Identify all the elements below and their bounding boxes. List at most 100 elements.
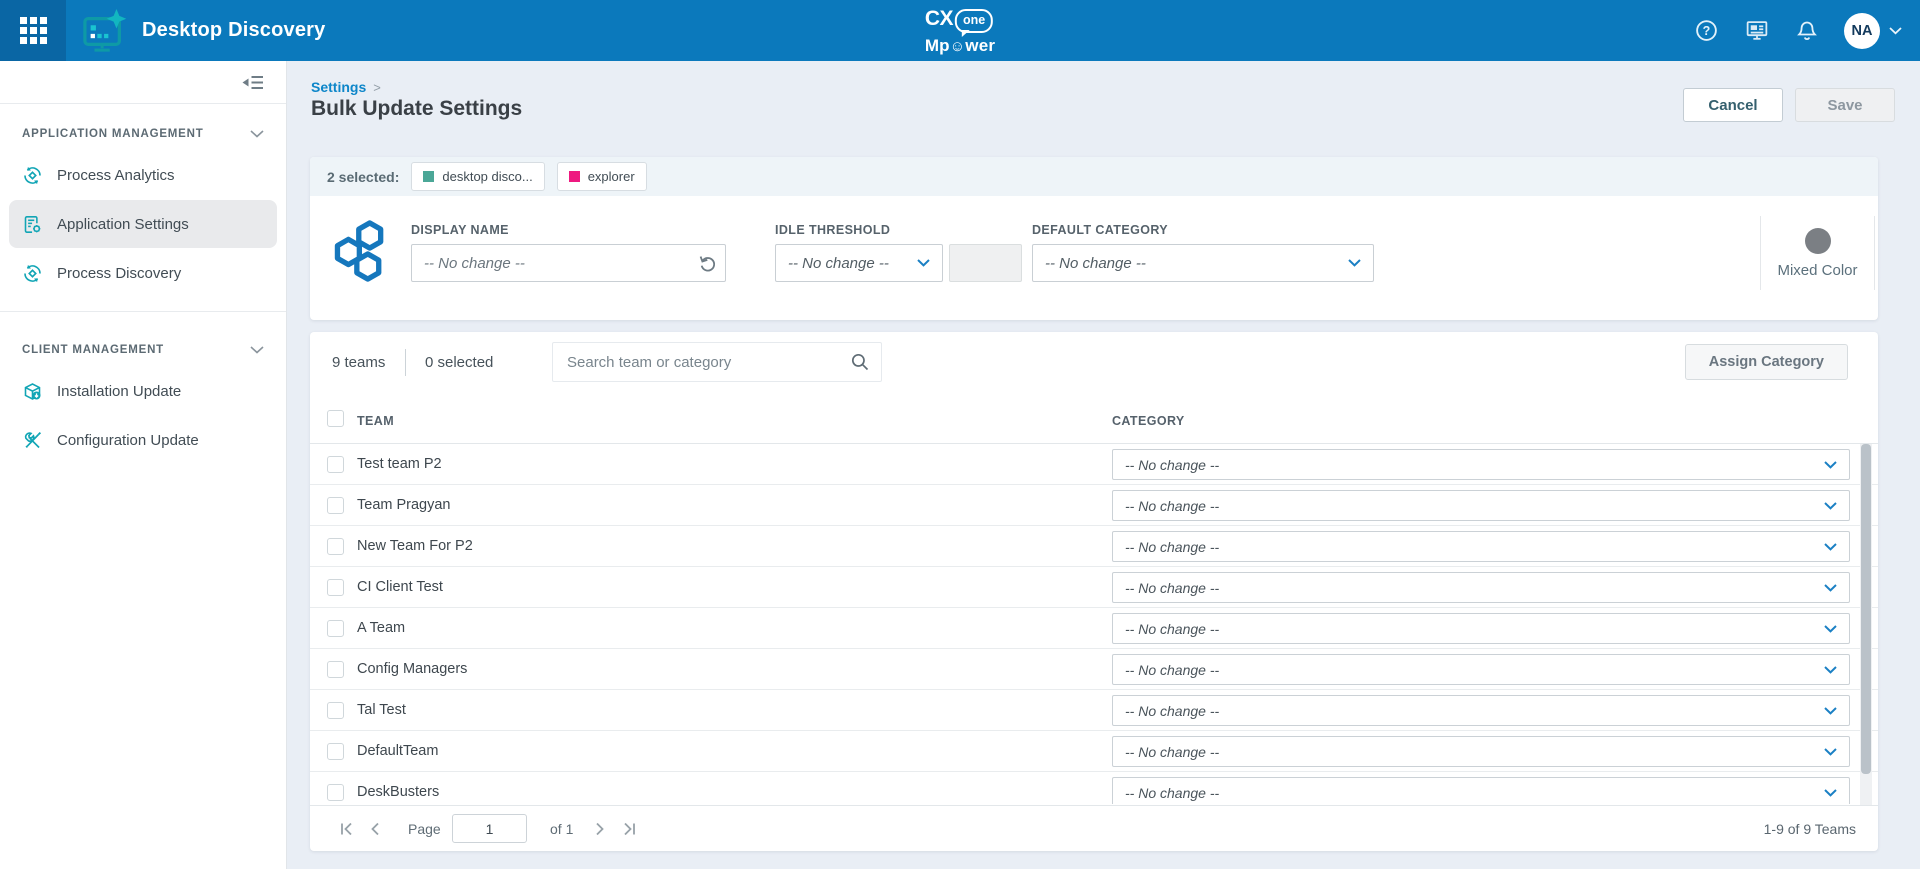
sidebar-collapse-icon[interactable] xyxy=(242,74,264,91)
section-header-application-management[interactable]: APPLICATION MANAGEMENT xyxy=(0,112,286,150)
waffle-icon xyxy=(20,17,47,44)
next-page-icon[interactable] xyxy=(595,822,605,836)
table-header-row: TEAM CATEGORY xyxy=(310,392,1878,444)
mixed-color-dot[interactable] xyxy=(1805,228,1831,254)
section-header-client-management[interactable]: CLIENT MANAGEMENT xyxy=(0,328,286,366)
table-row: Config Managers -- No change -- xyxy=(310,649,1878,690)
last-page-icon[interactable] xyxy=(622,822,636,836)
previous-page-icon[interactable] xyxy=(370,822,380,836)
cxone-mpower-logo: CX one Mp☺wer xyxy=(925,8,995,54)
breadcrumb[interactable]: Settings> xyxy=(311,79,381,95)
chevron-down-icon xyxy=(1824,584,1837,592)
chevron-down-icon xyxy=(1824,748,1837,756)
row-checkbox[interactable] xyxy=(327,579,344,596)
team-name: Team Pragyan xyxy=(357,497,451,513)
idle-threshold-select[interactable]: -- No change -- xyxy=(775,244,943,282)
search-icon[interactable] xyxy=(850,352,870,372)
selected-app-chip[interactable]: desktop disco... xyxy=(411,162,544,191)
top-bar: Desktop Discovery CX one Mp☺wer ? xyxy=(0,0,1920,61)
search-input[interactable] xyxy=(552,342,882,382)
idle-threshold-label: IDLE THRESHOLD xyxy=(775,223,890,237)
select-all-checkbox[interactable] xyxy=(327,410,344,427)
reset-display-name-icon[interactable] xyxy=(698,253,718,273)
chevron-down-icon xyxy=(250,130,264,138)
team-name: Tal Test xyxy=(357,702,406,718)
sidebar-item-process-analytics[interactable]: Process Analytics xyxy=(9,151,277,199)
help-icon[interactable]: ? xyxy=(1694,18,1719,43)
table-row: Team Pragyan -- No change -- xyxy=(310,485,1878,526)
app-launcher-button[interactable] xyxy=(0,0,66,61)
table-row: A Team -- No change -- xyxy=(310,608,1878,649)
default-category-select[interactable]: -- No change -- xyxy=(1032,244,1374,282)
bulk-update-form-card: 2 selected: desktop disco... explorer DI… xyxy=(310,157,1878,320)
display-name-label: DISPLAY NAME xyxy=(411,223,509,237)
category-select[interactable]: -- No change -- xyxy=(1112,613,1850,644)
row-checkbox[interactable] xyxy=(327,497,344,514)
screen-share-icon[interactable] xyxy=(1744,18,1770,43)
svg-text:?: ? xyxy=(1703,24,1711,38)
row-checkbox[interactable] xyxy=(327,784,344,801)
selected-app-chip[interactable]: explorer xyxy=(557,162,647,191)
team-name: Test team P2 xyxy=(357,456,442,472)
chevron-down-icon xyxy=(1824,625,1837,633)
notifications-bell-icon[interactable] xyxy=(1795,18,1819,44)
application-settings-icon xyxy=(22,214,43,235)
category-select[interactable]: -- No change -- xyxy=(1112,695,1850,726)
column-header-category: CATEGORY xyxy=(1112,414,1185,428)
category-select[interactable]: -- No change -- xyxy=(1112,736,1850,767)
table-row: CI Client Test -- No change -- xyxy=(310,567,1878,608)
row-checkbox[interactable] xyxy=(327,538,344,555)
mixed-color-picker[interactable]: Mixed Color xyxy=(1760,216,1875,290)
cancel-button[interactable]: Cancel xyxy=(1683,88,1783,122)
divider xyxy=(405,349,406,376)
table-row: New Team For P2 -- No change -- xyxy=(310,526,1878,567)
category-select[interactable]: -- No change -- xyxy=(1112,449,1850,480)
team-name: DefaultTeam xyxy=(357,743,438,759)
teams-table-card: 9 teams 0 selected Assign Category TEAM … xyxy=(310,332,1878,851)
teams-selected-label: 0 selected xyxy=(425,354,493,371)
breadcrumb-settings-link[interactable]: Settings xyxy=(311,79,366,95)
table-body: Test team P2 -- No change -- Team Pragya… xyxy=(310,444,1878,804)
category-select[interactable]: -- No change -- xyxy=(1112,654,1850,685)
process-discovery-icon xyxy=(22,263,43,284)
avatar[interactable]: NA xyxy=(1844,13,1880,49)
table-scrollbar[interactable] xyxy=(1860,444,1872,805)
save-button[interactable]: Save xyxy=(1795,88,1895,122)
assign-category-button[interactable]: Assign Category xyxy=(1685,344,1848,380)
user-menu-chevron-icon xyxy=(1889,27,1902,35)
row-checkbox[interactable] xyxy=(327,743,344,760)
team-name: New Team For P2 xyxy=(357,538,473,554)
brand-cx: CX xyxy=(925,8,953,29)
section-client-management: CLIENT MANAGEMENT Installation Update Co… xyxy=(0,311,286,464)
row-checkbox[interactable] xyxy=(327,456,344,473)
app-color-swatch xyxy=(423,171,434,182)
team-name: Config Managers xyxy=(357,661,467,677)
sidebar: APPLICATION MANAGEMENT Process Analytics… xyxy=(0,61,287,869)
display-name-input[interactable] xyxy=(411,244,726,282)
sidebar-item-installation-update[interactable]: Installation Update xyxy=(9,367,277,415)
first-page-icon[interactable] xyxy=(340,822,354,836)
user-menu[interactable]: NA xyxy=(1844,13,1902,49)
process-analytics-icon xyxy=(22,165,43,186)
desktop-discovery-logo-icon xyxy=(81,9,129,53)
row-checkbox[interactable] xyxy=(327,620,344,637)
category-select[interactable]: -- No change -- xyxy=(1112,572,1850,603)
table-row: Tal Test -- No change -- xyxy=(310,690,1878,731)
idle-threshold-value-input xyxy=(949,244,1022,282)
brand-smiley-icon: ☺ xyxy=(950,38,966,55)
table-row: Test team P2 -- No change -- xyxy=(310,444,1878,485)
sidebar-item-application-settings[interactable]: Application Settings xyxy=(9,200,277,248)
sidebar-item-configuration-update[interactable]: Configuration Update xyxy=(9,416,277,464)
category-select[interactable]: -- No change -- xyxy=(1112,490,1850,521)
team-name: DeskBusters xyxy=(357,784,439,800)
category-select[interactable]: -- No change -- xyxy=(1112,531,1850,562)
chevron-down-icon xyxy=(1824,789,1837,797)
category-select[interactable]: -- No change -- xyxy=(1112,777,1850,804)
chevron-down-icon xyxy=(250,346,264,354)
main-content: Settings> Bulk Update Settings Cancel Sa… xyxy=(287,61,1920,869)
page-number-input[interactable] xyxy=(452,814,527,843)
scrollbar-thumb[interactable] xyxy=(1861,444,1871,774)
row-checkbox[interactable] xyxy=(327,661,344,678)
row-checkbox[interactable] xyxy=(327,702,344,719)
sidebar-item-process-discovery[interactable]: Process Discovery xyxy=(9,249,277,297)
